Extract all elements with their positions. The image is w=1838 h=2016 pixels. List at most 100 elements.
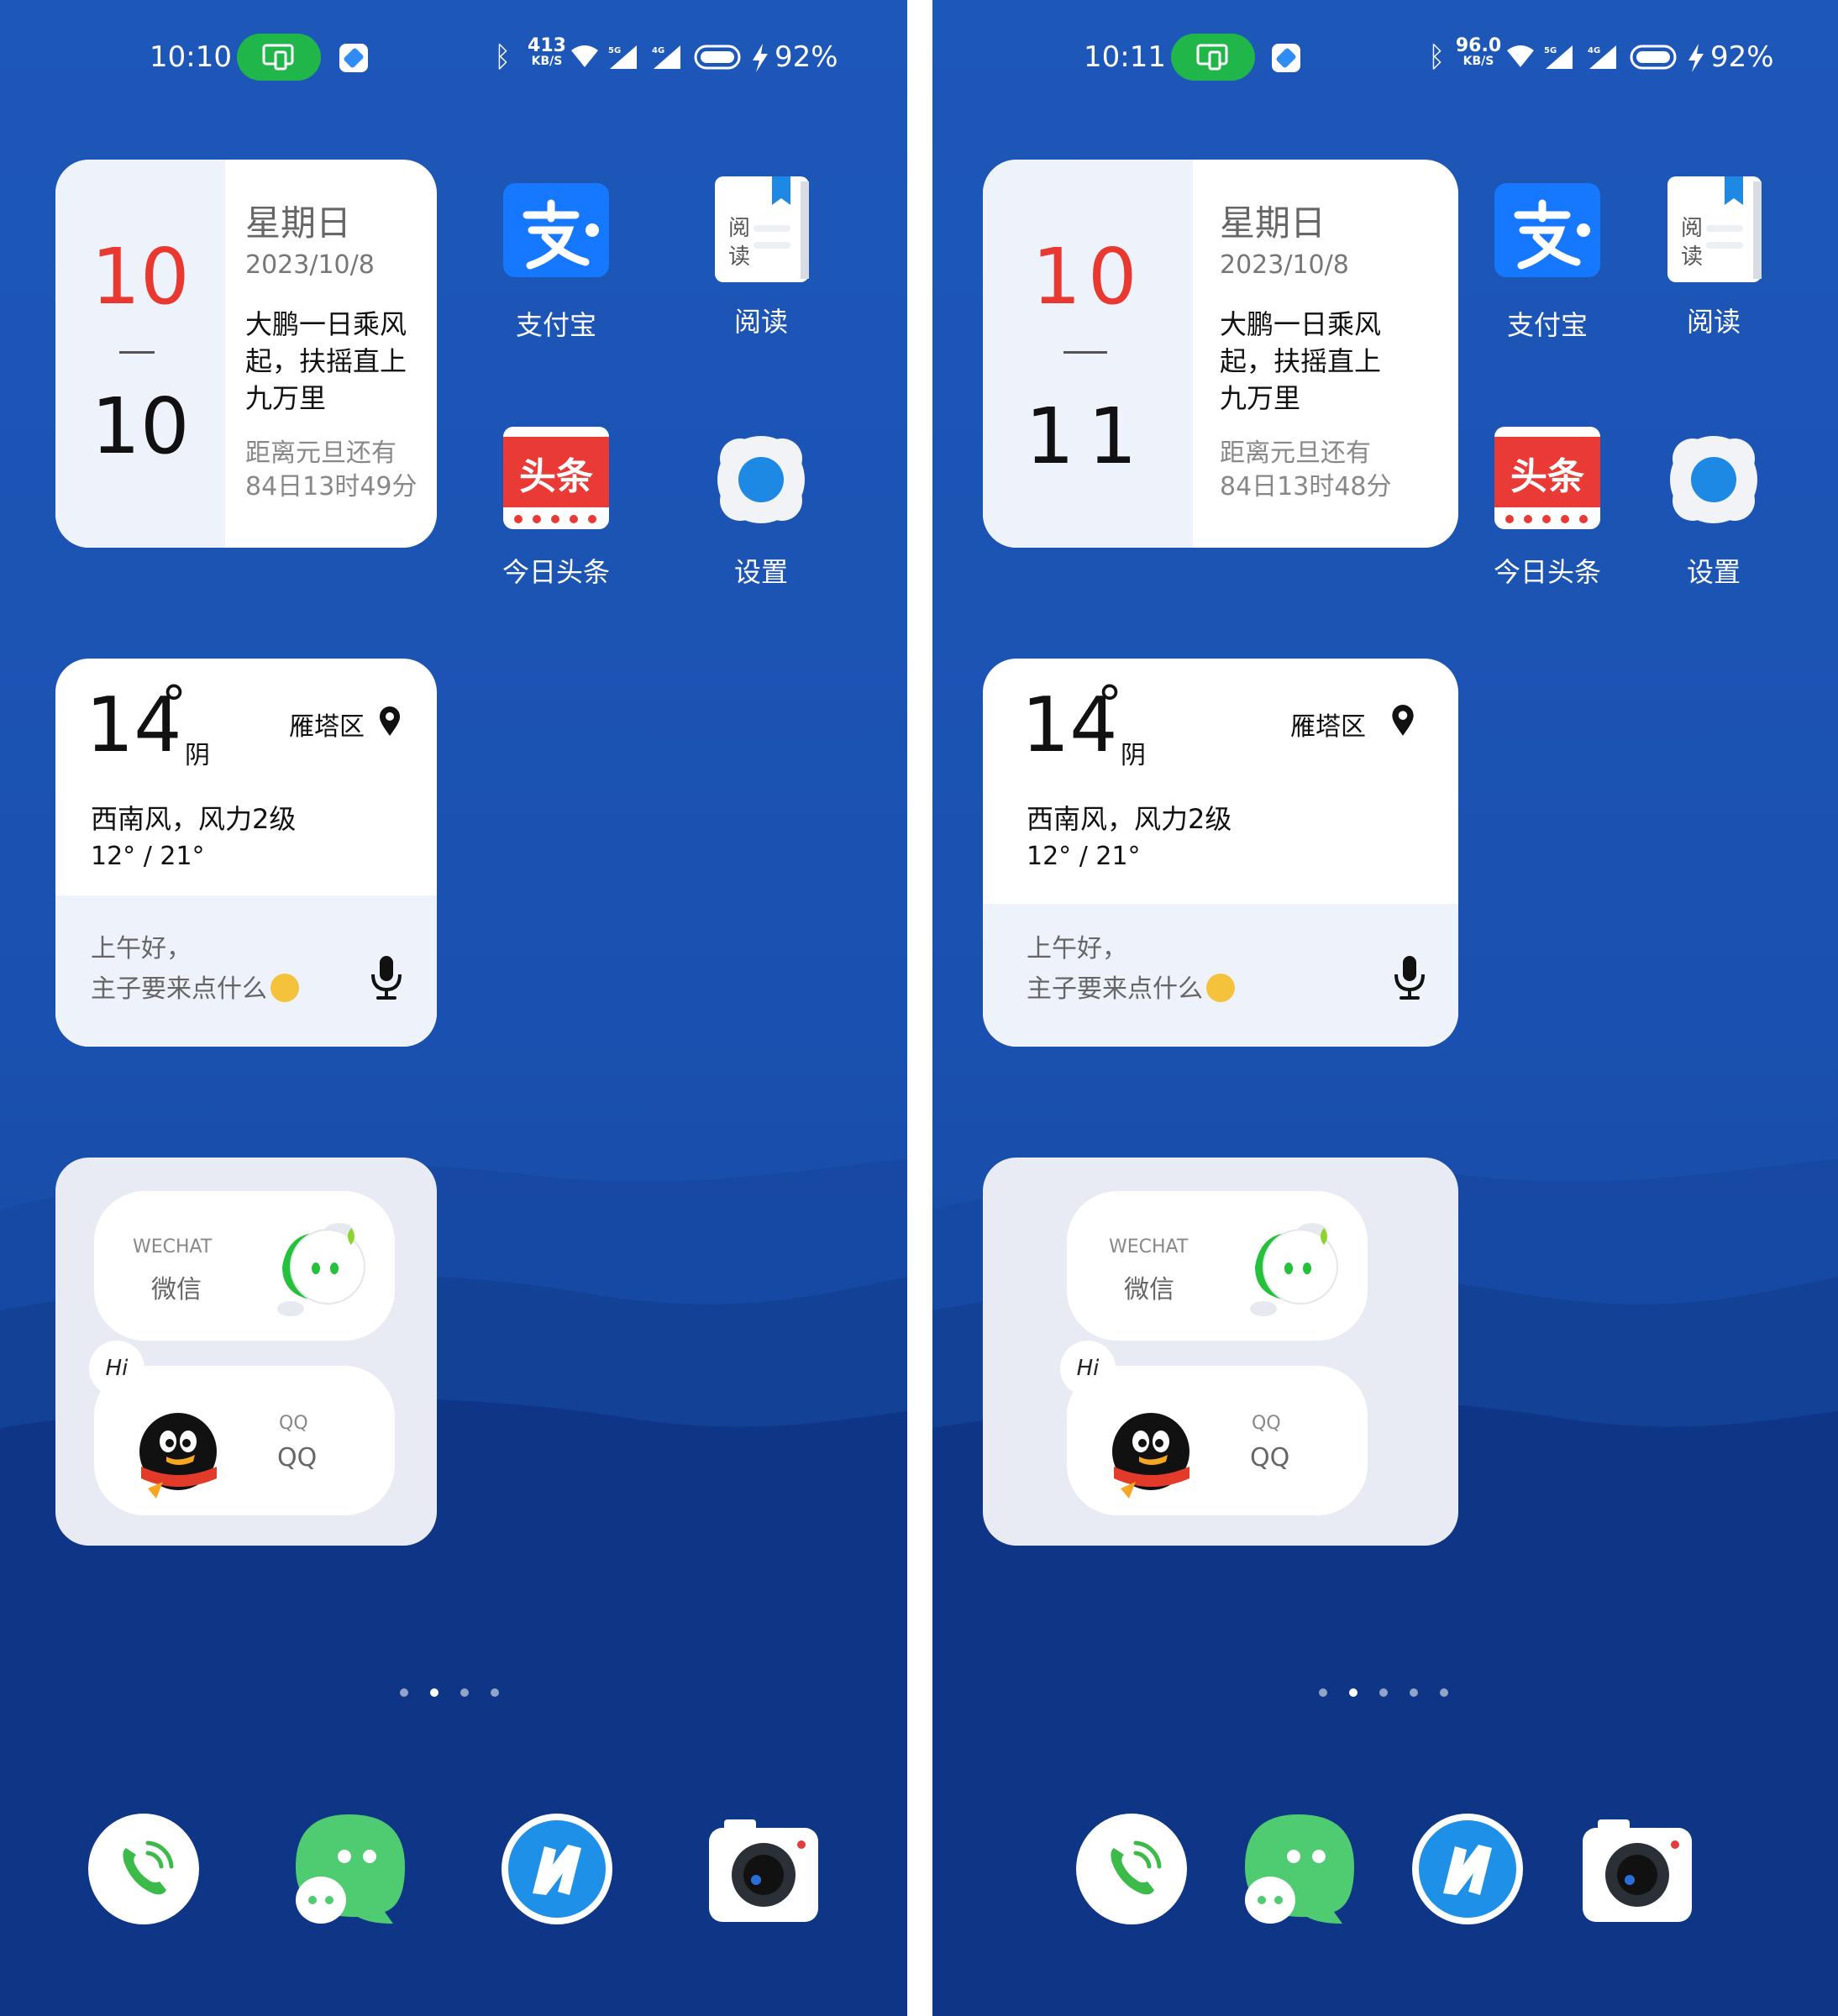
new-year-countdown: 距离元旦还有 84日13时49分 xyxy=(245,437,417,504)
qq-small-label: QQ xyxy=(279,1413,308,1434)
assistant-panel[interactable]: 上午好， 主子要来点什么 xyxy=(983,904,1458,1047)
signal-4g-icon: 4G xyxy=(1588,45,1616,69)
calendar-separator xyxy=(119,351,155,354)
calendar-info: 星期日 2023/10/8 大鹏一日乘风 起，扶摇直上 九万里 距离元旦还有 8… xyxy=(1220,200,1392,504)
wifi-icon xyxy=(1507,45,1534,67)
signal-4g-icon: 4G xyxy=(652,45,680,69)
battery-icon xyxy=(694,45,741,70)
greeting-line: 主子要来点什么 xyxy=(1027,969,1235,1010)
screen-cast-pill[interactable] xyxy=(1171,34,1255,81)
app-alipay[interactable]: 支付宝 xyxy=(1472,178,1623,343)
network-speed: 96.0 KB/S xyxy=(1455,37,1502,69)
app-settings[interactable]: 设置 xyxy=(685,425,837,590)
messages-app[interactable] xyxy=(1243,1813,1356,1925)
page-dot[interactable] xyxy=(1319,1688,1327,1697)
phone-app[interactable] xyxy=(87,1813,200,1925)
calendar-day: 10 xyxy=(91,381,190,471)
wifi-icon xyxy=(571,45,598,67)
weather-degree-symbol: ° xyxy=(161,675,186,734)
book-glyph-2: 读 xyxy=(1681,244,1703,270)
calendar-poem: 大鹏一日乘风 起，扶摇直上 九万里 xyxy=(1220,306,1392,417)
calendar-separator xyxy=(1063,351,1107,354)
page-dot[interactable] xyxy=(1349,1688,1357,1697)
browser-app[interactable] xyxy=(1411,1813,1524,1925)
wechat-shortcut[interactable]: WECHAT 微信 xyxy=(1067,1191,1368,1341)
settings-icon xyxy=(706,425,816,534)
signal-5g-icon: 5G xyxy=(1544,45,1573,69)
camera-app[interactable] xyxy=(707,1813,820,1925)
screen-cast-pill[interactable] xyxy=(237,34,321,81)
qq-shortcut[interactable]: QQ QQ xyxy=(1067,1366,1368,1515)
countdown-label: 距离元旦还有 xyxy=(245,438,396,468)
messages-icon xyxy=(1245,1814,1354,1924)
weather-degree-symbol: ° xyxy=(1097,675,1122,734)
toutiao-icon: 头条 xyxy=(502,425,611,534)
app-alipay[interactable]: 支付宝 xyxy=(481,178,632,343)
calendar-widget[interactable]: 10 11 星期日 2023/10/8 大鹏一日乘风 起，扶摇直上 九万里 距离… xyxy=(983,160,1458,548)
calendar-month: 10 xyxy=(1032,232,1144,322)
assistant-panel[interactable]: 上午好， 主子要来点什么 xyxy=(55,895,437,1047)
page-dot[interactable] xyxy=(400,1688,408,1697)
app-toutiao[interactable]: 头条 今日头条 xyxy=(481,425,632,590)
microphone-icon[interactable] xyxy=(1393,954,1426,1001)
weather-condition: 阴 xyxy=(185,741,210,770)
qq-shortcut[interactable]: QQ QQ xyxy=(94,1366,395,1515)
wechat-english-label: WECHAT xyxy=(1109,1236,1189,1257)
book-glyph-1: 阅 xyxy=(1681,216,1703,241)
status-time: 10:11 xyxy=(1084,40,1166,74)
browser-icon xyxy=(502,1814,612,1924)
calendar-date-panel: 10 10 xyxy=(55,160,225,548)
app-reader[interactable]: 阅 读 阅读 xyxy=(1638,175,1789,339)
greeting-line-text: 主子要来点什么 xyxy=(91,974,267,1004)
toutiao-icon: 头条 xyxy=(1493,425,1602,534)
battery-icon xyxy=(1630,45,1677,70)
countdown-value: 84日13时48分 xyxy=(1220,472,1392,501)
calendar-full-date: 2023/10/8 xyxy=(245,250,375,280)
page-dot[interactable] xyxy=(460,1688,469,1697)
app-label: 支付宝 xyxy=(1506,309,1588,341)
app-folder-widget[interactable]: WECHAT 微信 QQ QQ Hi xyxy=(55,1158,437,1546)
page-dot[interactable] xyxy=(1440,1688,1448,1697)
weather-widget[interactable]: 14 ° 阴 雁塔区 西南风，风力2级 12° / 21° 上午好， 主子要来点… xyxy=(983,659,1458,1047)
calendar-poem-line: 大鹏一日乘风 xyxy=(245,308,407,340)
new-year-countdown: 距离元旦还有 84日13时48分 xyxy=(1220,437,1392,504)
app-label: 阅读 xyxy=(733,306,788,338)
battery-percent: 92% xyxy=(1710,40,1774,74)
app-settings[interactable]: 设置 xyxy=(1638,425,1789,590)
status-bar: 10:11 ᛒ 96.0 KB/S 5G 4G 92% xyxy=(932,34,1838,84)
weather-condition: 阴 xyxy=(1121,741,1146,770)
app-toutiao[interactable]: 头条 今日头条 xyxy=(1472,425,1623,590)
assistant-greeting: 上午好， 主子要来点什么 xyxy=(91,929,299,1010)
greeting-line-text: 主子要来点什么 xyxy=(1027,974,1203,1004)
signal-4g-label: 4G xyxy=(1588,46,1600,55)
camera-app[interactable] xyxy=(1581,1813,1694,1925)
page-dot[interactable] xyxy=(430,1688,438,1697)
app-reader[interactable]: 阅 读 阅读 xyxy=(685,175,837,339)
phone-icon xyxy=(1076,1814,1187,1924)
alipay-icon xyxy=(502,178,611,287)
charging-bolt-icon xyxy=(753,44,768,72)
app-label: 阅读 xyxy=(1686,306,1741,338)
signal-5g-icon: 5G xyxy=(608,45,637,69)
messages-icon xyxy=(296,1814,405,1924)
calendar-poem-line: 九万里 xyxy=(1220,382,1301,414)
weather-widget[interactable]: 14 ° 阴 雁塔区 西南风，风力2级 12° / 21° 上午好， 主子要来点… xyxy=(55,659,437,1047)
wechat-shortcut[interactable]: WECHAT 微信 xyxy=(94,1191,395,1341)
microphone-icon[interactable] xyxy=(370,954,403,1001)
page-dot[interactable] xyxy=(491,1688,499,1697)
network-speed-unit: KB/S xyxy=(531,55,563,68)
qq-hi-bubble: Hi xyxy=(89,1341,144,1396)
calendar-month: 10 xyxy=(91,232,190,322)
browser-app[interactable] xyxy=(501,1813,613,1925)
weather-wind: 西南风，风力2级 xyxy=(91,803,297,835)
page-dot[interactable] xyxy=(1379,1688,1388,1697)
book-icon: 阅 读 xyxy=(1659,175,1768,284)
calendar-poem-line: 起，扶摇直上 xyxy=(1220,345,1382,377)
phone-app[interactable] xyxy=(1075,1813,1188,1925)
app-folder-widget[interactable]: WECHAT 微信 QQ QQ Hi xyxy=(983,1158,1458,1546)
calendar-widget[interactable]: 10 10 星期日 2023/10/8 大鹏一日乘风 起，扶摇直上 九万里 距离… xyxy=(55,160,437,548)
page-dot[interactable] xyxy=(1410,1688,1418,1697)
app-label: 今日头条 xyxy=(502,556,610,588)
wechat-label: 微信 xyxy=(151,1275,202,1305)
messages-app[interactable] xyxy=(294,1813,407,1925)
